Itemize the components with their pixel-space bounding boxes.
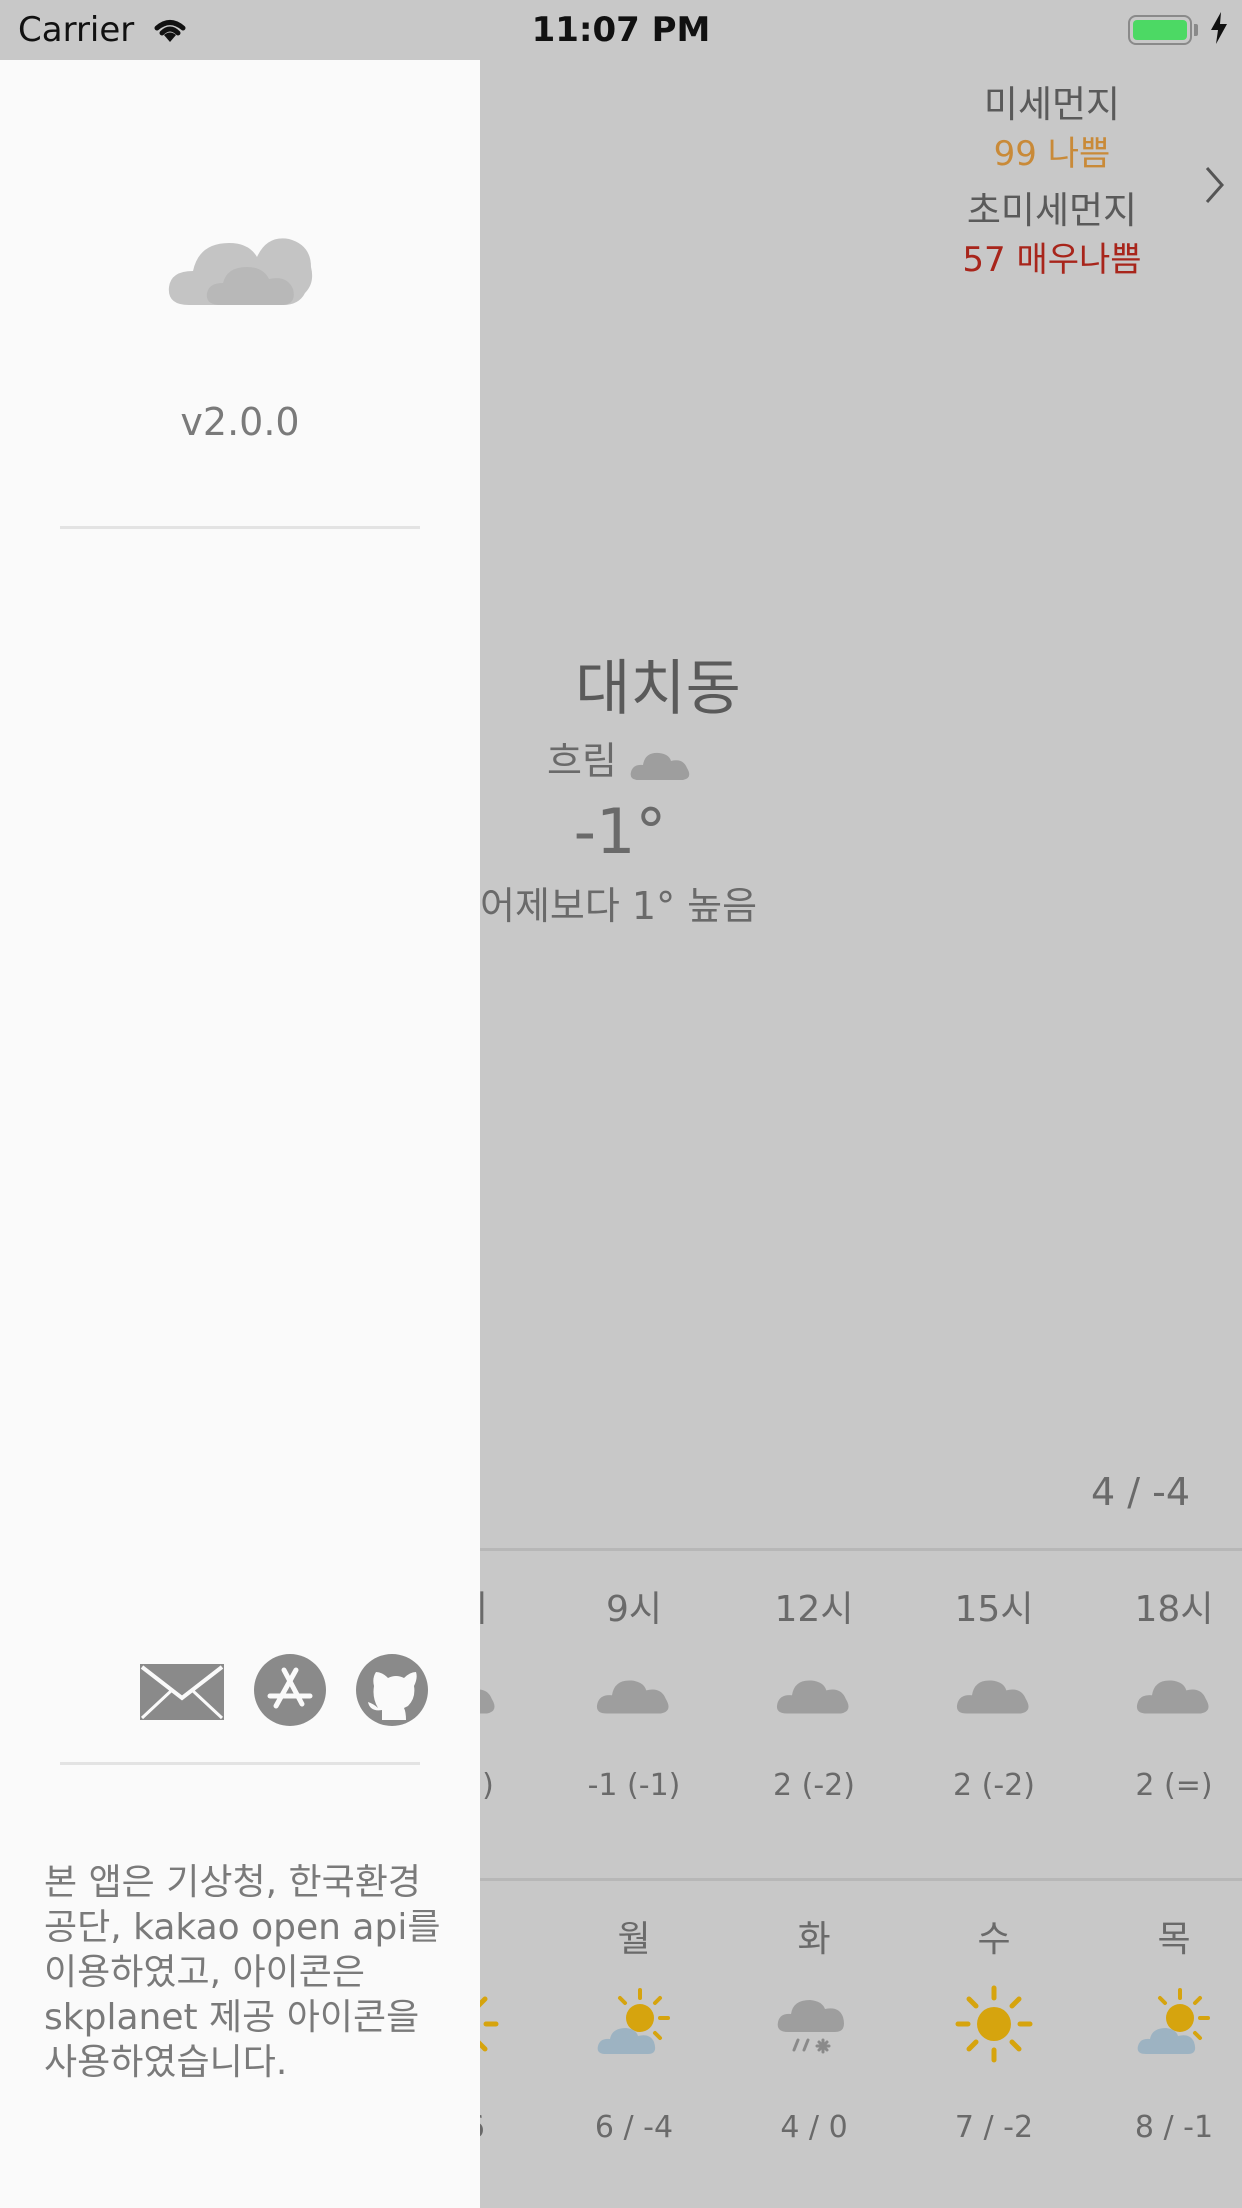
day-label: 목 <box>1157 1919 1191 1960</box>
hourly-item: 12시 2 (-2) <box>734 1580 894 1803</box>
condition-text: 흐림 <box>546 739 617 783</box>
day-label: 월 <box>617 1919 651 1960</box>
weather-main[interactable]: 미세먼지 99 나쁨 초미세먼지 57 매우나쁨 대치동 흐림 -1° 어제보다… <box>421 60 1242 2208</box>
credits-text: 본 앱은 기상청, 한국환경공단, kakao open api를 이용하였고,… <box>44 1862 441 2083</box>
battery-icon <box>1128 15 1192 45</box>
day-value: 8 / -1 <box>1134 2110 1214 2145</box>
pm25-label: 초미세먼지 <box>966 189 1138 232</box>
hour-label: 18시 <box>1134 1589 1214 1630</box>
daily-item: 월 6 / -4 <box>554 1910 714 2145</box>
github-icon[interactable] <box>356 1654 428 1726</box>
mail-icon[interactable] <box>140 1664 224 1720</box>
daily-item: 화 4 / 0 <box>734 1910 894 2145</box>
hour-value: 2 (=) <box>1135 1768 1213 1803</box>
day-label: 화 <box>797 1919 831 1960</box>
cloud-icon <box>776 1680 849 1714</box>
condition: 흐림 <box>480 730 760 785</box>
divider <box>60 526 420 529</box>
app-version: v2.0.0 <box>180 400 300 444</box>
dust-panel[interactable]: 미세먼지 99 나쁨 초미세먼지 57 매우나쁨 <box>922 80 1182 284</box>
side-drawer[interactable]: v2.0.0 본 앱은 기상청, 한국환경공단, kakao open api를… <box>0 60 480 2208</box>
yesterday-comparison: 어제보다 1° 높음 <box>480 884 758 928</box>
divider <box>480 1878 1242 1881</box>
sun-cloud-icon <box>597 1988 670 2054</box>
cloud-logo-icon <box>168 238 313 305</box>
cloud-icon <box>596 1680 669 1714</box>
daily-item: 목 8 / -1 <box>1094 1910 1242 2145</box>
current-temperature: -1° <box>573 795 667 868</box>
day-value: 7 / -2 <box>954 2110 1034 2145</box>
hour-value: 2 (-2) <box>953 1768 1035 1803</box>
hour-label: 15시 <box>954 1589 1034 1630</box>
day-value: 6 / -4 <box>594 2110 674 2145</box>
cloud-icon <box>630 752 690 780</box>
pm25-value: 57 매우나쁨 <box>962 240 1142 280</box>
status-time: 11:07 PM <box>531 10 711 50</box>
hourly-item: 18시 2 (=) <box>1094 1580 1242 1803</box>
rain-snow-icon <box>777 2000 844 2054</box>
location-name: 대치동 <box>575 654 741 724</box>
charging-icon <box>1211 12 1227 44</box>
cloud-icon <box>1136 1680 1209 1714</box>
pm10-value: 99 나쁨 <box>993 134 1111 174</box>
hour-label: 9시 <box>605 1589 663 1630</box>
sun-icon <box>955 1985 1033 2063</box>
today-high-low: 4 / -4 <box>1090 1470 1190 1514</box>
pm10-label: 미세먼지 <box>983 83 1121 126</box>
hour-value: 2 (-2) <box>773 1768 855 1803</box>
sun-cloud-icon <box>1137 1988 1210 2054</box>
app-store-icon[interactable] <box>254 1654 326 1726</box>
hour-label: 12시 <box>774 1589 854 1630</box>
day-value: 4 / 0 <box>780 2110 848 2145</box>
divider <box>60 1762 420 1765</box>
hour-value: -1 (-1) <box>587 1768 681 1803</box>
day-label: 수 <box>977 1919 1011 1960</box>
hourly-item: 15시 2 (-2) <box>914 1580 1074 1803</box>
divider <box>480 1548 1242 1551</box>
hourly-item: 9시 -1 (-1) <box>554 1580 714 1803</box>
contact-links <box>140 1650 440 1730</box>
daily-item: 수 7 / -2 <box>914 1910 1074 2145</box>
status-bar: Carrier 11:07 PM <box>0 0 1242 60</box>
cloud-icon <box>956 1680 1029 1714</box>
chevron-right-icon[interactable] <box>1204 165 1226 205</box>
